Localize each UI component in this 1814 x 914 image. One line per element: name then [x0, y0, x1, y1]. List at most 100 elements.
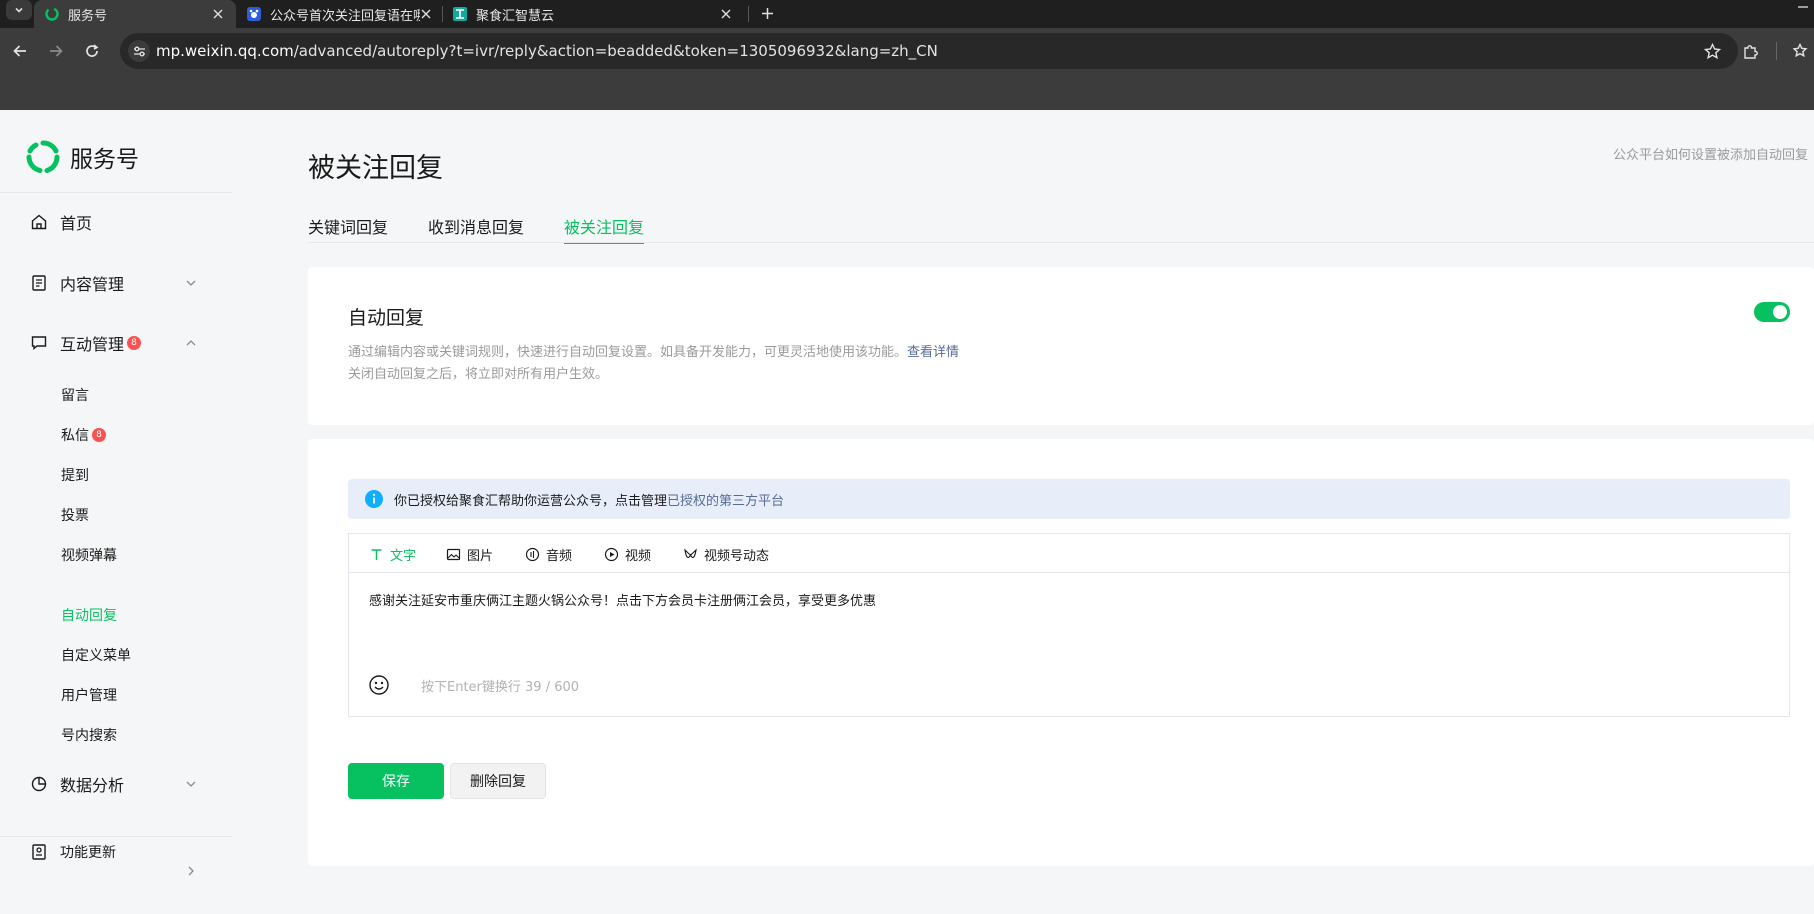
unread-badge: 8	[92, 428, 106, 442]
char-count-hint: 按下Enter键换行 39 / 600	[421, 680, 580, 695]
third-party-link[interactable]: 已授权的第三方平台	[667, 490, 784, 509]
chevron-up-icon[interactable]	[184, 336, 198, 350]
editor-tab-audio[interactable]: 音频	[525, 545, 572, 564]
sidebar-item-interaction[interactable]: 互动管理 8	[30, 331, 142, 355]
brand-name: 服务号	[70, 147, 139, 173]
page-content: 服务号 首页 内容管理 互动管理 8 留言 私信 8 提到 投票 视频弹幕 自动回…	[0, 110, 1814, 914]
delete-reply-button[interactable]: 删除回复	[450, 763, 546, 799]
sidebar-item-content[interactable]: 内容管理	[30, 271, 124, 295]
jushihui-favicon-icon	[452, 6, 468, 22]
editor-tab-label: 图片	[467, 549, 494, 564]
sidebar-sub-comments[interactable]: 留言	[61, 385, 89, 405]
unread-badge: 8	[127, 336, 142, 350]
window-minimize-button[interactable]	[1796, 0, 1810, 14]
update-notes-icon	[32, 844, 46, 860]
sidebar-item-home[interactable]: 首页	[30, 210, 92, 234]
pie-chart-icon	[31, 776, 47, 792]
sidebar-item-label: 互动管理	[60, 335, 125, 354]
toolbar-divider	[1776, 42, 1777, 60]
puzzle-icon	[1743, 44, 1758, 59]
reply-editor-card: 你已授权给聚食汇帮助你运营公众号，点击管理已授权的第三方平台 文字 图片 音频	[308, 439, 1814, 866]
browser-tab-active[interactable]: 服务号	[34, 0, 236, 28]
chevron-down-icon[interactable]	[184, 777, 198, 791]
sidebar-sub-label: 提到	[61, 468, 89, 484]
chevron-down-icon[interactable]	[184, 276, 198, 290]
sidebar-sub-label: 投票	[61, 508, 89, 524]
tabs-underline	[308, 242, 1814, 243]
reply-content-input[interactable]: 感谢关注延安市重庆俩江主题火锅公众号！点击下方会员卡注册俩江会员，享受更多优惠	[369, 590, 876, 609]
editor-tab-label: 音频	[546, 549, 573, 564]
help-link[interactable]: 公众平台如何设置被添加自动回复	[1613, 144, 1808, 163]
channels-icon	[684, 548, 697, 559]
sidebar-sub-label: 号内搜索	[61, 728, 117, 744]
tab-divider	[442, 6, 443, 22]
sidebar-sub-messages[interactable]: 私信 8	[61, 425, 106, 445]
browser-tab-2[interactable]: 公众号首次关注回复语在哪里设	[240, 0, 440, 28]
minimize-icon	[1798, 6, 1808, 8]
extensions-button[interactable]	[1739, 40, 1761, 62]
bookmark-star-button[interactable]	[1702, 41, 1722, 61]
notice-text: 你已授权给聚食汇帮助你运营公众号，点击管理	[394, 493, 668, 509]
close-icon[interactable]	[718, 6, 734, 22]
url-path: /advanced/autoreply?t=ivr/reply&action=b…	[293, 42, 938, 60]
bookmarks-button[interactable]	[1790, 40, 1812, 62]
site-info-button[interactable]	[128, 40, 150, 62]
sidebar-sub-label: 自定义菜单	[61, 648, 131, 664]
chat-bubble-icon	[31, 336, 47, 350]
save-button[interactable]: 保存	[348, 763, 444, 799]
sidebar-divider	[0, 192, 232, 193]
arrow-left-icon	[13, 45, 26, 57]
close-icon[interactable]	[418, 6, 434, 22]
tab-keyword-reply[interactable]: 关键词回复	[308, 214, 388, 238]
browser-toolbar: mp.weixin.qq.com/advanced/autoreply?t=iv…	[0, 28, 1814, 74]
audio-icon	[525, 547, 540, 562]
forward-button[interactable]	[45, 40, 67, 62]
wechat-favicon-icon	[44, 6, 60, 22]
url-text[interactable]: mp.weixin.qq.com/advanced/autoreply?t=iv…	[156, 42, 938, 60]
tab-search-button[interactable]	[6, 0, 32, 20]
editor-tab-channels[interactable]: 视频号动态	[683, 545, 769, 564]
star-icon	[1703, 42, 1721, 59]
chevron-down-icon	[15, 7, 23, 13]
sidebar-sub-autoreply[interactable]: 自动回复	[61, 605, 117, 625]
sidebar-sub-vote[interactable]: 投票	[61, 505, 89, 525]
tab-title: 公众号首次关注回复语在哪里设	[270, 8, 420, 24]
tune-icon	[133, 46, 145, 56]
auto-reply-toggle[interactable]	[1754, 302, 1790, 322]
auto-reply-title: 自动回复	[348, 307, 425, 329]
editor-tab-text[interactable]: 文字	[369, 545, 416, 564]
page-title: 被关注回复	[308, 153, 443, 184]
emoji-icon[interactable]	[368, 674, 390, 696]
tab-divider	[748, 6, 749, 22]
address-bar[interactable]: mp.weixin.qq.com/advanced/autoreply?t=iv…	[120, 33, 1738, 69]
sidebar-item-updates[interactable]: 功能更新	[30, 842, 116, 862]
brand[interactable]: 服务号	[26, 140, 139, 174]
back-button[interactable]	[9, 40, 31, 62]
editor-type-tabs: 文字 图片 音频 视频 视频号动态	[349, 534, 1789, 573]
bookmark-bar	[0, 74, 1814, 110]
sidebar-sub-custom-menu[interactable]: 自定义菜单	[61, 645, 131, 665]
url-host: mp.weixin.qq.com	[156, 42, 294, 60]
reply-editor: 文字 图片 音频 视频 视频号动态 感谢关注延安市重庆俩江主题火锅公众号！点击下…	[348, 533, 1790, 717]
sidebar-sub-users[interactable]: 用户管理	[61, 685, 117, 705]
sidebar-sub-mentions[interactable]: 提到	[61, 465, 89, 485]
tab-title: 聚食汇智慧云	[476, 8, 555, 24]
sidebar-item-analytics[interactable]: 数据分析	[30, 772, 124, 796]
editor-tab-image[interactable]: 图片	[446, 545, 493, 564]
sidebar-sub-danmu[interactable]: 视频弹幕	[61, 545, 117, 565]
editor-tab-label: 视频	[625, 549, 652, 564]
reload-button[interactable]	[81, 40, 103, 62]
sidebar-item-label: 功能更新	[60, 845, 116, 861]
tab-follow-reply[interactable]: 被关注回复	[564, 214, 645, 244]
editor-tab-video[interactable]: 视频	[604, 545, 651, 564]
sidebar-sub-label: 留言	[61, 388, 89, 404]
authorization-notice: 你已授权给聚食汇帮助你运营公众号，点击管理 已授权的第三方平台	[348, 479, 1790, 519]
browser-tab-3[interactable]: 聚食汇智慧云	[446, 0, 746, 28]
baidu-favicon-icon	[246, 6, 262, 22]
close-icon[interactable]	[210, 6, 226, 22]
view-details-link[interactable]: 查看详情	[907, 345, 959, 360]
tab-message-reply[interactable]: 收到消息回复	[428, 214, 524, 238]
chevron-right-icon[interactable]	[184, 864, 198, 878]
sidebar-sub-search[interactable]: 号内搜索	[61, 725, 117, 745]
new-tab-button[interactable]	[756, 2, 778, 24]
